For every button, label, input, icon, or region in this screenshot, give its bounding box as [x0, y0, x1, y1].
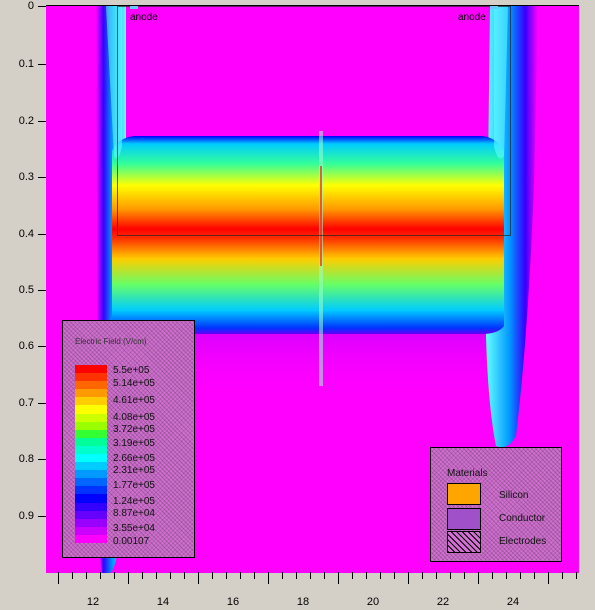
field-level-label: 3.19e+05 — [113, 438, 155, 449]
x-minor-tick — [520, 572, 521, 579]
y-major-tick — [38, 516, 46, 517]
x-minor-tick — [282, 572, 283, 579]
y-major-tick — [38, 403, 46, 404]
y-major-tick — [38, 6, 46, 7]
electrodes-label: Electrodes — [499, 536, 547, 547]
x-minor-tick — [478, 572, 479, 584]
y-major-tick — [38, 121, 46, 122]
field-legend-panel[interactable]: Electric Field (V/cm) 5.5e+05 5.14e+05 4… — [62, 320, 195, 558]
field-color-swatch — [75, 534, 107, 544]
y-major-tick — [38, 234, 46, 235]
field-level-label: 5.5e+05 — [113, 365, 150, 376]
y-tick-label: 0 — [27, 0, 34, 12]
x-minor-tick — [114, 572, 115, 579]
field-legend-title: Electric Field (V/cm) — [75, 337, 147, 346]
x-minor-tick — [394, 572, 395, 579]
field-level-label: 4.61e+05 — [113, 395, 155, 406]
x-minor-tick — [324, 572, 325, 579]
x-minor-tick — [86, 572, 87, 579]
x-tick-label: 12 — [86, 596, 100, 608]
x-minor-tick — [422, 572, 423, 579]
y-tick-label: 0.2 — [18, 115, 34, 127]
x-minor-tick — [226, 572, 227, 579]
x-tick-label: 22 — [436, 596, 450, 608]
x-minor-tick — [338, 572, 339, 584]
x-minor-tick — [100, 572, 101, 579]
silicon-label: Silicon — [499, 490, 529, 501]
y-tick-label: 0.8 — [18, 453, 34, 465]
field-level-label: 3.72e+05 — [113, 424, 155, 435]
x-minor-tick — [128, 572, 129, 584]
x-minor-tick — [450, 572, 451, 579]
y-major-tick — [38, 346, 46, 347]
field-level-label: 8.87e+04 — [113, 508, 155, 519]
anode-label-left: anode — [130, 12, 158, 23]
x-minor-tick — [562, 572, 563, 579]
y-major-tick — [38, 64, 46, 65]
x-tick-label: 18 — [296, 596, 310, 608]
field-level-label: 1.77e+05 — [113, 480, 155, 491]
materials-legend-panel[interactable]: Materials Silicon Conductor Electrodes — [430, 447, 562, 562]
x-minor-tick — [72, 572, 73, 579]
field-level-label: 2.31e+05 — [113, 465, 155, 476]
x-minor-tick — [310, 572, 311, 579]
x-tick-label: 16 — [226, 596, 240, 608]
field-level-label: 2.66e+05 — [113, 453, 155, 464]
electrodes-swatch — [447, 531, 481, 553]
y-major-tick — [38, 290, 46, 291]
x-tick-label: 24 — [506, 596, 520, 608]
x-minor-tick — [142, 572, 143, 579]
y-tick-label: 0.7 — [18, 397, 34, 409]
x-minor-tick — [492, 572, 493, 579]
y-tick-label: 0.4 — [18, 228, 34, 240]
field-level-label: 0.00107 — [113, 536, 150, 547]
center-spike-core — [320, 166, 322, 266]
x-minor-tick — [212, 572, 213, 579]
x-minor-tick — [296, 572, 297, 579]
x-minor-tick — [170, 572, 171, 579]
x-minor-tick — [240, 572, 241, 579]
y-tick-label: 0.3 — [18, 171, 34, 183]
x-minor-tick — [506, 572, 507, 579]
x-minor-tick — [534, 572, 535, 579]
anode-electrode — [490, 6, 498, 9]
x-tick-label: 20 — [366, 596, 380, 608]
x-minor-tick — [268, 572, 269, 584]
x-minor-tick — [408, 572, 409, 584]
x-minor-tick — [576, 572, 577, 579]
conductor-swatch — [447, 508, 481, 530]
x-minor-tick — [58, 572, 59, 584]
anode-label-right: anode — [458, 12, 486, 23]
y-tick-label: 0.6 — [18, 340, 34, 352]
field-level-label: 1.24e+05 — [113, 496, 155, 507]
field-level-label: 3.55e+04 — [113, 523, 155, 534]
y-tick-label: 0.1 — [18, 58, 34, 70]
x-tick-label: 14 — [156, 596, 170, 608]
x-minor-tick — [548, 572, 549, 584]
x-axis: 12 14 16 18 20 22 24 — [46, 572, 579, 610]
electric-field-plot: anode anode Electric Field (V/cm) 5.5e+0… — [46, 5, 579, 573]
conductor-label: Conductor — [499, 513, 546, 524]
silicon-swatch — [447, 483, 481, 505]
y-major-tick — [38, 459, 46, 460]
y-tick-label: 0.5 — [18, 284, 34, 296]
x-minor-tick — [464, 572, 465, 579]
anode-electrode — [130, 6, 138, 9]
x-minor-tick — [156, 572, 157, 579]
y-axis: 0 0.1 0.2 0.3 0.4 0.5 0.6 0.7 0.8 0.9 — [0, 0, 46, 610]
x-minor-tick — [184, 572, 185, 579]
x-minor-tick — [254, 572, 255, 579]
field-level-label: 5.14e+05 — [113, 378, 155, 389]
y-major-tick — [38, 177, 46, 178]
field-level-label: 4.08e+05 — [113, 412, 155, 423]
x-minor-tick — [436, 572, 437, 579]
x-minor-tick — [198, 572, 199, 584]
y-tick-label: 0.9 — [18, 510, 34, 522]
x-minor-tick — [380, 572, 381, 579]
x-minor-tick — [366, 572, 367, 579]
x-minor-tick — [352, 572, 353, 579]
materials-legend-title: Materials — [447, 468, 488, 479]
